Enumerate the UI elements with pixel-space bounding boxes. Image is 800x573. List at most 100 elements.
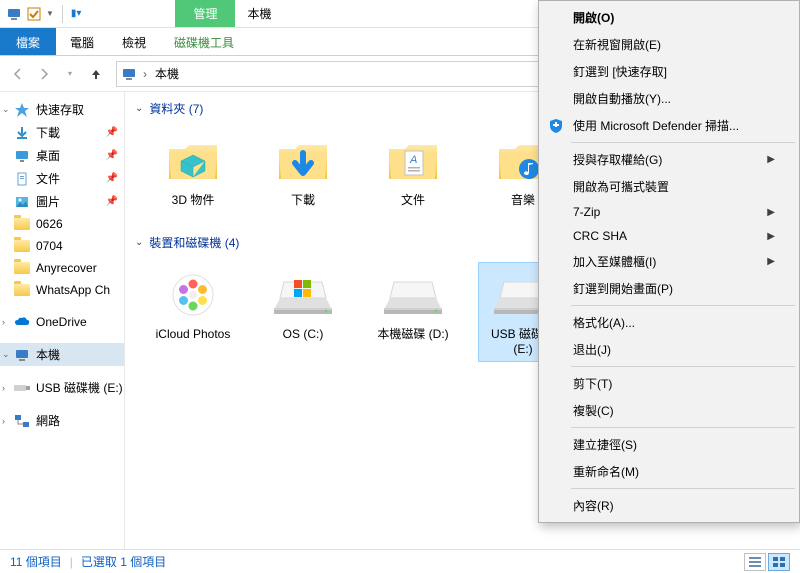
download-icon [14,125,30,141]
sidebar-item-label: 文件 [36,170,60,187]
ctx-media-library[interactable]: 加入至媒體櫃(I)▶ [541,248,797,275]
ctx-properties[interactable]: 內容(R) [541,492,797,519]
folder-documents[interactable]: A 文件 [369,129,457,212]
tab-view[interactable]: 檢視 [108,28,160,55]
tab-computer[interactable]: 電腦 [56,28,108,55]
picture-icon [14,194,30,210]
ctx-copy[interactable]: 複製(C) [541,397,797,424]
item-label: 文件 [401,193,425,208]
sidebar-folder-0626[interactable]: 0626 [0,213,124,235]
sidebar-item-label: USB 磁碟機 (E:) [36,379,123,396]
forward-button[interactable] [32,62,56,86]
cloud-icon [14,314,30,330]
sidebar-folder-0704[interactable]: 0704 [0,235,124,257]
sidebar-pictures[interactable]: 圖片 📌 [0,190,124,213]
sidebar-desktop[interactable]: 桌面 📌 [0,144,124,167]
sidebar-item-label: 本機 [36,346,60,363]
ctx-autoplay[interactable]: 開啟自動播放(Y)... [541,85,797,112]
tab-disk-tools[interactable]: 磁碟機工具 [160,28,248,55]
network-icon [14,413,30,429]
sidebar-item-label: 下載 [36,124,60,141]
folder-icon [14,260,30,276]
ctx-rename[interactable]: 重新命名(M) [541,458,797,485]
chevron-down-icon: ⌄ [135,103,143,114]
ctx-open-new-window[interactable]: 在新視窗開啟(E) [541,31,797,58]
ctx-defender-scan[interactable]: 使用 Microsoft Defender 掃描... [541,112,797,139]
sidebar-item-label: 桌面 [36,147,60,164]
context-menu: 開啟(O) 在新視窗開啟(E) 釘選到 [快速存取] 開啟自動播放(Y)... … [538,0,800,523]
status-selected-count: 已選取 1 個項目 [81,553,166,570]
drive-icloud-photos[interactable]: iCloud Photos [149,263,237,361]
view-details-button[interactable] [744,553,766,571]
pin-icon: 📌 [106,196,118,207]
sidebar-onedrive[interactable]: ›OneDrive [0,311,124,333]
chevron-right-icon[interactable]: › [143,67,147,81]
item-label: iCloud Photos [156,327,231,342]
sidebar-folder-anyrecover[interactable]: Anyrecover [0,257,124,279]
checkmark-icon[interactable] [26,6,42,22]
sidebar-usb-drive[interactable]: ›USB 磁碟機 (E:) [0,376,124,399]
desktop-icon [14,148,30,164]
folder-icon [14,238,30,254]
breadcrumb-location[interactable]: 本機 [153,63,181,84]
ctx-create-shortcut[interactable]: 建立捷徑(S) [541,431,797,458]
ctx-format[interactable]: 格式化(A)... [541,309,797,336]
pin-icon: 📌 [106,127,118,138]
sidebar-quick-access[interactable]: ⌄ 快速存取 [0,98,124,121]
pin-icon: 📌 [106,150,118,161]
sidebar-item-label: 圖片 [36,193,60,210]
sidebar-item-label: 網路 [36,412,60,429]
sidebar-network[interactable]: ›網路 [0,409,124,432]
item-label: OS (C:) [283,327,324,342]
ctx-grant-access[interactable]: 授與存取權給(G)▶ [541,146,797,173]
drive-os-c[interactable]: OS (C:) [259,263,347,361]
recent-dropdown[interactable]: ▾ [58,62,82,86]
back-button[interactable] [6,62,30,86]
sidebar-item-label: Anyrecover [36,261,97,275]
shield-icon [547,117,565,135]
item-label: 本機磁碟 (D:) [377,327,448,342]
pin-icon: 📌 [106,173,118,184]
tab-file[interactable]: 檔案 [0,28,56,55]
sidebar-this-pc[interactable]: ⌄本機 [0,343,124,366]
sidebar-downloads[interactable]: 下載 📌 [0,121,124,144]
usb-drive-icon [14,380,30,396]
folder-3d-objects[interactable]: 3D 物件 [149,129,237,212]
contextual-tab-manage[interactable]: 管理 [175,0,235,27]
view-icons-button[interactable] [768,553,790,571]
star-icon [14,102,30,118]
drive-local-d[interactable]: 本機磁碟 (D:) [369,263,457,361]
sidebar-folder-whatsapp[interactable]: WhatsApp Ch [0,279,124,301]
pc-icon [121,66,137,82]
nav-sidebar: ⌄ 快速存取 下載 📌 桌面 📌 文件 📌 圖片 📌 0626 0704 Anyreco… [0,92,125,549]
ctx-crc-sha[interactable]: CRC SHA▶ [541,224,797,248]
ctx-cut[interactable]: 剪下(T) [541,370,797,397]
ctx-pin-start[interactable]: 釘選到開始畫面(P) [541,275,797,302]
window-title: 本機 [235,0,283,27]
sidebar-item-label: 快速存取 [36,101,84,118]
qat-dropdown[interactable]: ▼ [46,9,54,18]
group-header-label: 資料夾 (7) [149,100,203,117]
sidebar-item-label: 0704 [36,239,63,253]
status-item-count: 11 個項目 [10,553,62,570]
chevron-down-icon: ⌄ [135,237,143,248]
qat-overflow[interactable]: ▮▾ [71,8,82,19]
svg-text:A: A [409,154,417,166]
ctx-open[interactable]: 開啟(O) [541,4,797,31]
sidebar-item-label: WhatsApp Ch [36,283,110,297]
sidebar-item-label: 0626 [36,217,63,231]
chevron-right-icon: ▶ [767,207,775,218]
ctx-7zip[interactable]: 7-Zip▶ [541,200,797,224]
sidebar-documents[interactable]: 文件 📌 [0,167,124,190]
folder-icon [14,216,30,232]
pc-icon [6,6,22,22]
up-button[interactable] [84,62,108,86]
item-label: 3D 物件 [172,193,215,208]
status-bar: 11 個項目 | 已選取 1 個項目 [0,549,800,573]
ctx-open-portable[interactable]: 開啟為可攜式裝置 [541,173,797,200]
chevron-right-icon: ▶ [767,154,775,165]
sidebar-item-label: OneDrive [36,315,87,329]
ctx-eject[interactable]: 退出(J) [541,336,797,363]
folder-downloads[interactable]: 下載 [259,129,347,212]
ctx-pin-quick-access[interactable]: 釘選到 [快速存取] [541,58,797,85]
